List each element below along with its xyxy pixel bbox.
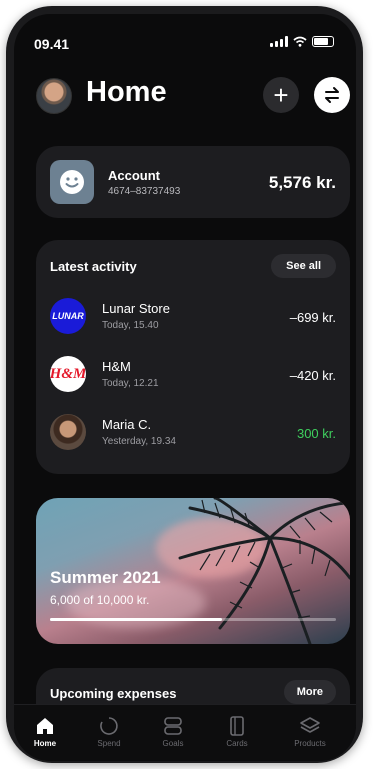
bottom-tab-bar: Home Spend Goals Cards Products <box>14 704 356 761</box>
page-title: Home <box>86 76 167 108</box>
transaction-time: Today, 12.21 <box>102 378 159 389</box>
transaction-amount: –420 kr. <box>289 368 336 383</box>
goal-progress-fill <box>50 618 222 621</box>
latest-activity-card: Latest activity See all LUNAR Lunar Stor… <box>36 240 350 474</box>
savings-goal-card[interactable]: Summer 2021 6,000 of 10,000 kr. <box>36 498 350 644</box>
transaction-amount: 300 kr. <box>296 426 336 441</box>
transaction-name: Lunar Store <box>102 301 170 316</box>
lunar-logo-icon: LUNAR <box>50 298 86 334</box>
tab-home[interactable]: Home <box>14 713 76 748</box>
hm-logo-icon: H&M <box>50 356 86 392</box>
signal-icon <box>270 36 288 47</box>
tab-spend[interactable]: Spend <box>78 713 140 748</box>
section-title: Latest activity <box>50 259 137 274</box>
cards-icon <box>230 716 244 736</box>
status-bar: 09.41 <box>14 14 356 54</box>
battery-icon <box>312 36 334 47</box>
contact-avatar <box>50 414 86 450</box>
account-smiley-icon <box>50 160 94 204</box>
palm-tree-image <box>178 498 350 644</box>
products-icon <box>300 717 320 733</box>
wifi-icon <box>293 36 307 47</box>
status-icons <box>270 36 334 47</box>
transaction-time: Today, 15.40 <box>102 320 159 331</box>
tab-label: Products <box>294 739 326 748</box>
account-name: Account <box>108 168 160 183</box>
account-number: 4674–83737493 <box>108 186 181 197</box>
transaction-row[interactable]: Maria C. Yesterday, 19.34 300 kr. <box>36 408 350 458</box>
transaction-name: Maria C. <box>102 417 152 432</box>
profile-avatar[interactable] <box>36 78 72 114</box>
tab-products[interactable]: Products <box>270 713 350 748</box>
see-all-button[interactable]: See all <box>271 254 336 278</box>
home-icon <box>37 718 53 734</box>
tab-cards[interactable]: Cards <box>206 713 268 748</box>
goal-title: Summer 2021 <box>50 568 161 587</box>
goal-progress-bar <box>50 618 336 621</box>
add-button[interactable]: + <box>263 77 299 113</box>
transaction-amount: –699 kr. <box>289 310 336 325</box>
account-balance: 5,576 kr. <box>268 173 336 192</box>
account-card[interactable]: Account 4674–83737493 5,576 kr. <box>36 146 350 218</box>
tab-label: Home <box>33 739 57 748</box>
transaction-time: Yesterday, 19.34 <box>102 436 176 447</box>
tab-label: Cards <box>226 739 248 748</box>
spend-icon <box>100 717 118 735</box>
goals-icon <box>164 717 182 735</box>
more-button[interactable]: More <box>283 680 336 704</box>
tab-label: Spend <box>97 739 121 748</box>
section-title: Upcoming expenses <box>50 686 177 701</box>
goal-progress-text: 6,000 of 10,000 kr. <box>50 593 150 607</box>
transaction-row[interactable]: H&M H&M Today, 12.21 –420 kr. <box>36 350 350 400</box>
app-screen: 09.41 Home + Account 4674–83737493 5,576… <box>14 14 356 761</box>
status-time: 09.41 <box>34 36 70 52</box>
transaction-row[interactable]: LUNAR Lunar Store Today, 15.40 –699 kr. <box>36 292 350 342</box>
transaction-name: H&M <box>102 359 131 374</box>
header: Home + <box>14 74 356 118</box>
swap-arrows-icon <box>325 87 339 103</box>
plus-icon: + <box>273 79 289 110</box>
tab-label: Goals <box>162 739 184 748</box>
tab-goals[interactable]: Goals <box>142 713 204 748</box>
transfer-button[interactable] <box>314 77 350 113</box>
